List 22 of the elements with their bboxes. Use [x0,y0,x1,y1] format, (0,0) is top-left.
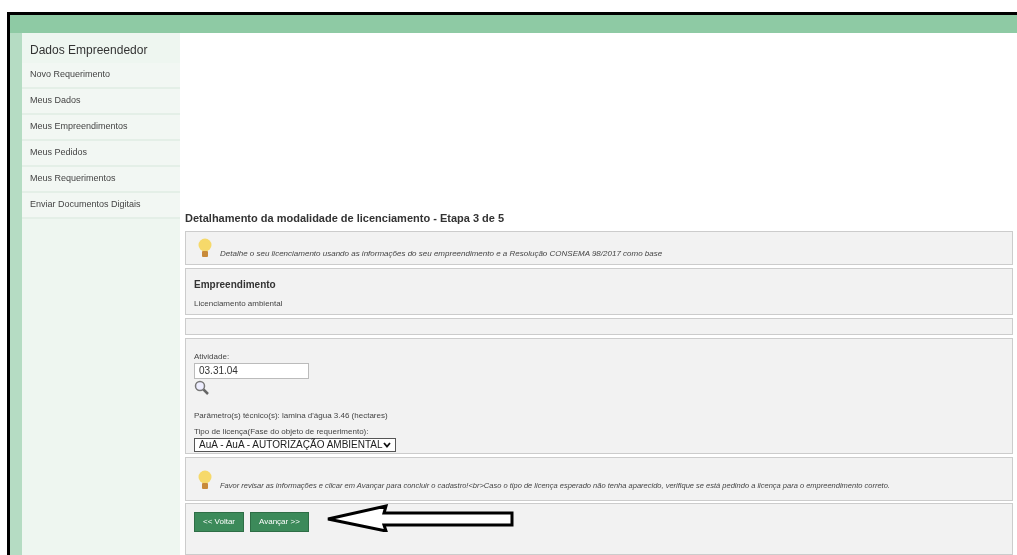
search-icon[interactable] [194,379,210,396]
field-label: Tipo de licença(Fase do objeto de requerimento): [194,425,370,438]
panel-title: Empreendimento [194,277,277,292]
back-button[interactable]: << Voltar [194,511,245,532]
field-label: Atividade: [194,350,231,363]
next-button[interactable]: Avançar >> [250,511,309,532]
atividade-field[interactable]: 03.31.04 [194,362,309,379]
sidebar-item[interactable]: Meus Requerimentos [22,167,180,193]
sidebar-item[interactable]: Meus Empreendimentos [22,115,180,141]
panel-value: Licenciamento ambiental [194,297,284,310]
chevron-down-icon [383,441,391,448]
license-type-dropdown[interactable]: AuA - AuA - AUTORIZAÇÃO AMBIENTAL [194,437,396,452]
sidebar-item[interactable]: Meus Pedidos [22,141,180,167]
parameters-text: Parâmetro(s) técnico(s): lamina d'água 3.46 (hectares) [194,409,389,422]
sidebar-item[interactable]: Novo Requerimento [22,63,180,89]
sidebar-item[interactable]: Meus Dados [22,89,180,115]
lightbulb-icon [198,469,212,492]
step-heading: Detalhamento da modalidade de licenciamento - Etapa 3 de 5 [185,211,506,226]
lightbulb-icon [198,237,212,260]
sidebar-title: Dados Empreendedor [29,42,149,59]
sidebar-item[interactable]: Enviar Documentos Digitais [22,193,180,219]
tip-text: Detalhe o seu licenciamento usando as informações do seu empreendimento e a Resolução CONSEMA 98/2017 como base [220,247,663,260]
